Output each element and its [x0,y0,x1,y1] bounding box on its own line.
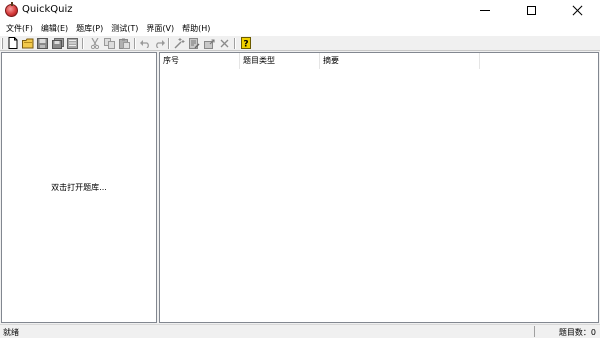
menu-bank[interactable]: 题库(P) [72,23,107,34]
question-count: 题目数：0 [558,328,596,337]
open-button[interactable] [21,37,34,49]
status-bar: 就绪 题目数：0 [0,324,600,338]
menu-bar: 文件(F) 编辑(E) 题库(P) 测试(T) 界面(V) 帮助(H) [0,21,600,35]
edit-question-icon [189,37,200,49]
cut-icon [90,37,99,49]
main-area: 双击打开题库... 序号 题目类型 摘要 [0,51,600,324]
new-file-button[interactable] [6,37,19,49]
edit-question-button[interactable] [188,37,201,49]
list-header: 序号 题目类型 摘要 [160,53,598,69]
save-all-icon [51,37,64,49]
delete-button[interactable] [218,37,231,49]
window-title: QuickQuiz [22,4,73,15]
toolbar-separator [82,38,84,49]
undo-icon [140,39,149,48]
properties-button[interactable] [66,37,79,49]
menu-view[interactable]: 界面(V) [142,23,178,34]
toolbar-separator [134,38,136,49]
copy-button[interactable] [103,37,116,49]
properties-icon [67,37,78,49]
title-bar: QuickQuiz [0,0,600,21]
help-icon: ? [240,37,251,50]
cut-button[interactable] [88,37,101,49]
redo-icon [156,39,165,48]
import-icon [204,38,215,49]
paste-icon [119,38,130,49]
app-icon[interactable] [5,2,18,17]
column-header-number[interactable]: 序号 [160,53,240,69]
column-header-type[interactable]: 题目类型 [240,53,320,69]
open-bank-hint: 双击打开题库... [51,183,107,192]
status-count-panel: 题目数：0 [534,326,598,337]
save-all-button[interactable] [51,37,64,49]
question-bank-tree[interactable]: 双击打开题库... [1,52,157,323]
save-icon [37,37,48,49]
toolbar-separator [234,38,236,49]
close-icon [572,5,583,16]
status-ready: 就绪 [3,328,19,337]
question-list[interactable]: 序号 题目类型 摘要 [159,52,599,323]
menu-edit[interactable]: 编辑(E) [37,23,72,34]
new-file-icon [8,37,17,49]
save-button[interactable] [36,37,49,49]
maximize-icon [526,6,536,15]
toolbar-separator [168,38,170,49]
menu-help[interactable]: 帮助(H) [178,23,214,34]
minimize-icon [480,10,490,11]
paste-button[interactable] [118,37,131,49]
delete-icon [220,39,229,47]
svg-text:?: ? [243,40,248,50]
minimize-button[interactable] [462,0,508,21]
close-button[interactable] [554,0,600,21]
redo-button[interactable] [153,37,166,49]
toolbar: ? [0,35,600,51]
column-header-summary[interactable]: 摘要 [320,53,480,69]
help-button[interactable]: ? [239,37,252,49]
menu-file[interactable]: 文件(F) [2,23,37,34]
toolbar-grip[interactable] [1,38,3,49]
menu-test[interactable]: 测试(T) [107,23,142,34]
new-question-button[interactable] [173,37,186,49]
undo-button[interactable] [139,37,152,49]
import-button[interactable] [203,37,216,49]
new-question-icon [174,37,185,48]
copy-icon [104,37,115,49]
open-folder-icon [21,38,33,48]
maximize-button[interactable] [508,0,554,21]
